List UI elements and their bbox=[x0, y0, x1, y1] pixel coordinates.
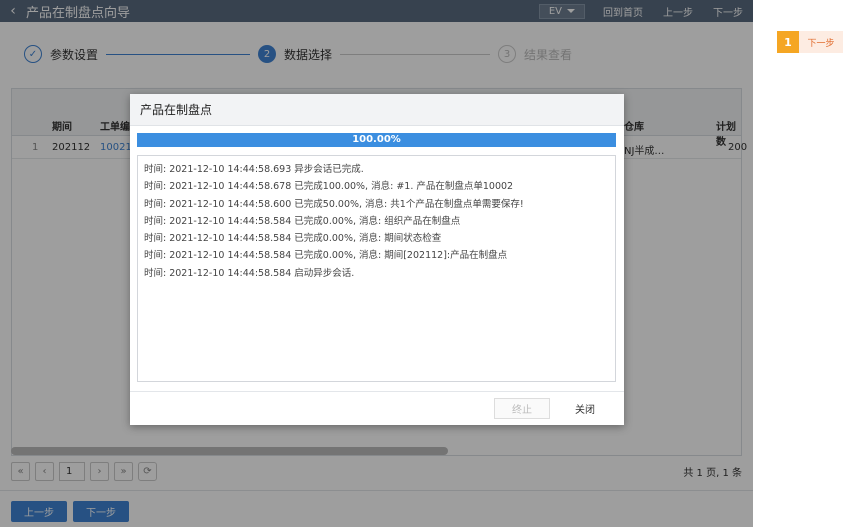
progress-bar: 100.00% bbox=[137, 133, 616, 147]
progress-dialog: 产品在制盘点 100.00% 时间: 2021-12-10 14:44:58.6… bbox=[130, 94, 624, 425]
log-line: 时间: 2021-12-10 14:44:58.600 已完成50.00%, 消… bbox=[144, 198, 524, 210]
side-panel bbox=[753, 0, 843, 527]
wizard-app: ‹ 产品在制盘点向导 EV 回到首页 上一步 下一步 ✓ 参数设置 2 数据选择… bbox=[0, 0, 753, 527]
log-line: 时间: 2021-12-10 14:44:58.678 已完成100.00%, … bbox=[144, 181, 514, 193]
log-line: 时间: 2021-12-10 14:44:58.584 已完成0.00%, 消息… bbox=[144, 250, 508, 262]
close-button[interactable]: 关闭 bbox=[560, 398, 610, 419]
next-step-tip[interactable]: 下一步 bbox=[799, 31, 843, 53]
stop-button[interactable]: 终止 bbox=[494, 398, 550, 419]
step-badge: 1 bbox=[777, 31, 799, 53]
log-line: 时间: 2021-12-10 14:44:58.693 异步会话已完成. bbox=[144, 164, 364, 175]
progress-text: 100.00% bbox=[352, 134, 401, 145]
log-line: 时间: 2021-12-10 14:44:58.584 启动异步会话. bbox=[144, 267, 355, 279]
dialog-footer: 终止 关闭 bbox=[130, 391, 624, 425]
dialog-title: 产品在制盘点 bbox=[130, 94, 624, 126]
log-area[interactable]: 时间: 2021-12-10 14:44:58.693 异步会话已完成. 时间:… bbox=[137, 155, 616, 382]
log-line: 时间: 2021-12-10 14:44:58.584 已完成0.00%, 消息… bbox=[144, 233, 442, 245]
log-line: 时间: 2021-12-10 14:44:58.584 已完成0.00%, 消息… bbox=[144, 215, 461, 227]
